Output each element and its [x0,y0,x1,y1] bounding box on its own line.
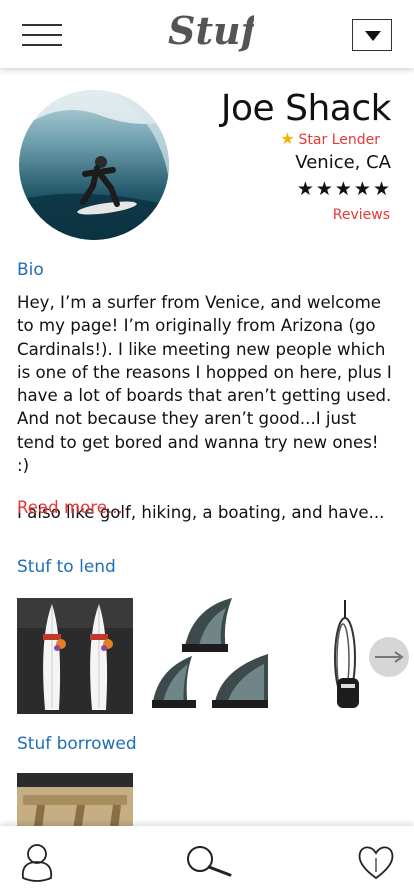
lend-item-surf-fins[interactable] [152,598,268,714]
profile-name: Joe Shack [220,88,392,129]
arrow-right-icon [375,651,404,663]
reviews-link[interactable]: Reviews [333,207,390,223]
rating-stars: ★★★★★ [296,178,392,200]
bio-text: Hey, I’m a surfer from Venice, and welco… [17,291,395,524]
lend-item-surfboards[interactable] [17,598,133,714]
next-arrow-button[interactable] [369,637,409,677]
read-more-link[interactable]: Read more... [17,498,123,517]
triangle-down-icon [365,31,381,41]
profile-avatar [19,90,169,240]
star-lender-badge: ★ Star Lender [280,129,380,148]
bio-heading: Bio [17,260,44,280]
heart-icon[interactable] [356,844,396,880]
profile-location: Venice, CA [295,152,391,173]
stuf-borrowed-heading: Stuf borrowed [17,734,137,754]
hamburger-menu-icon[interactable] [22,24,62,46]
bottom-nav-bar [0,826,414,896]
star-icon: ★ [280,129,295,148]
svg-text:Stuf: Stuf [168,8,254,53]
bio-paragraph: Hey, I’m a surfer from Venice, and welco… [17,293,392,476]
dropdown-button[interactable] [352,19,392,51]
app-logo: Stuf [168,8,254,53]
search-icon[interactable] [184,845,234,879]
badge-label: Star Lender [298,132,380,148]
stuf-to-lend-heading: Stuf to lend [17,557,116,577]
profile-icon[interactable] [19,842,55,882]
app-header: Stuf [0,0,414,68]
